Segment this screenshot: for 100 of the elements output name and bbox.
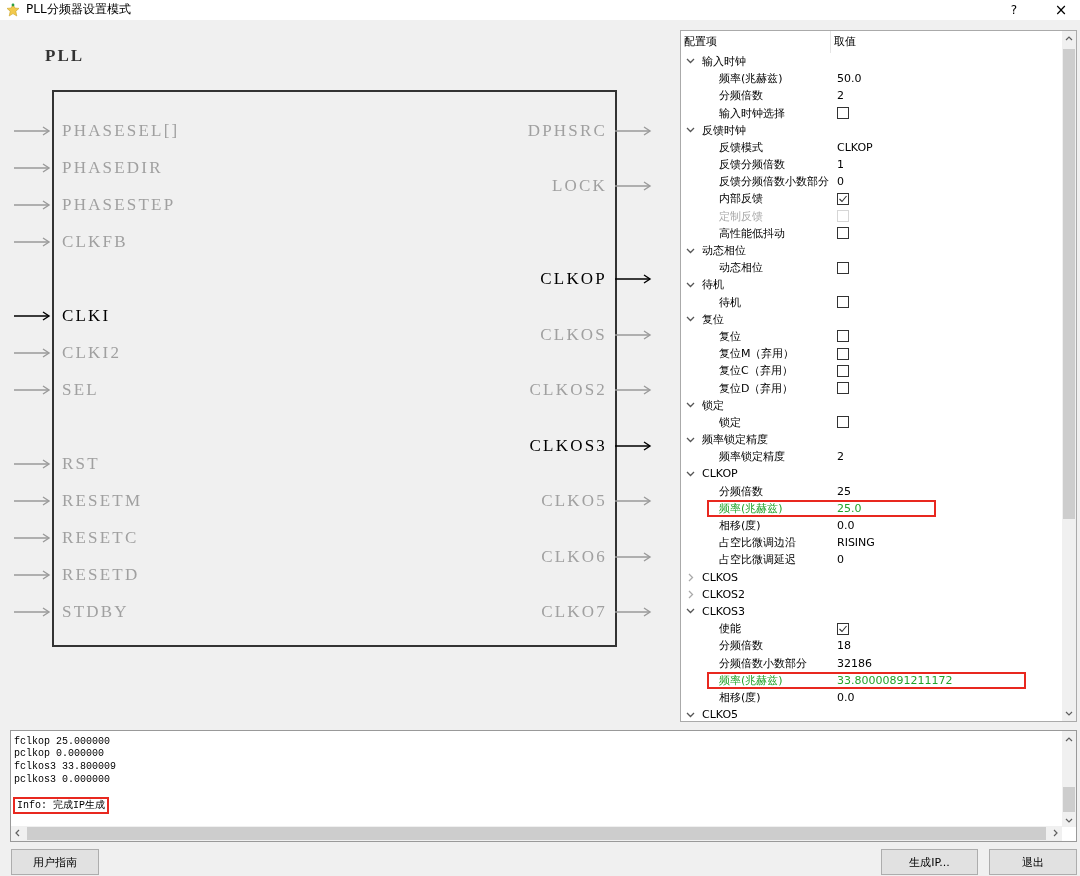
- input-pin-label: RST: [62, 453, 100, 474]
- checkbox[interactable]: [837, 227, 849, 240]
- checkbox[interactable]: [837, 296, 849, 309]
- checkbox[interactable]: [837, 347, 849, 360]
- input-pin-label: RESETD: [62, 564, 140, 585]
- output-pin-label: CLKOS2: [529, 379, 607, 400]
- group-label[interactable]: 输入时钟: [702, 53, 746, 69]
- column-header[interactable]: 取值: [831, 30, 856, 53]
- checkbox[interactable]: [837, 416, 849, 429]
- group-label[interactable]: 待机: [702, 277, 724, 293]
- property-label: 频率(兆赫兹): [719, 71, 784, 87]
- action-button[interactable]: 用户指南: [11, 849, 99, 876]
- group-label[interactable]: CLKOS2: [702, 587, 746, 601]
- property-label: 频率(兆赫兹): [719, 672, 784, 688]
- horizontal-scrollbar[interactable]: [11, 826, 1062, 842]
- chevron-down-icon[interactable]: [686, 470, 695, 477]
- input-pin-label: RESETC: [62, 527, 139, 548]
- scroll-down-icon[interactable]: [1065, 817, 1073, 823]
- property-label: 反馈分频倍数小数部分: [719, 174, 830, 190]
- chevron-down-icon[interactable]: [686, 58, 695, 65]
- property-label: 相移(度): [719, 518, 762, 534]
- scroll-down-icon[interactable]: [1065, 710, 1073, 716]
- vertical-scrollbar[interactable]: [1062, 30, 1076, 721]
- chevron-down-icon[interactable]: [686, 316, 695, 323]
- property-label: 复位C（弃用）: [719, 363, 794, 379]
- input-pin-label: RESETM: [62, 490, 143, 511]
- value-text: 25.0: [837, 501, 862, 515]
- checkbox[interactable]: [837, 364, 849, 377]
- scrollbar-thumb[interactable]: [1063, 786, 1075, 812]
- property-label: 动态相位: [719, 260, 764, 276]
- action-button[interactable]: 退出: [989, 849, 1077, 876]
- property-label: 分频倍数小数部分: [719, 655, 808, 671]
- output-pin-label: LOCK: [551, 175, 607, 196]
- property-label: 复位D（弃用）: [719, 380, 795, 396]
- output-pin-label: CLKO5: [541, 490, 607, 511]
- group-label[interactable]: CLKOS3: [702, 604, 746, 618]
- chevron-down-icon[interactable]: [686, 281, 695, 288]
- output-pin-label: CLKO6: [541, 546, 607, 567]
- group-label[interactable]: CLKO5: [702, 708, 739, 721]
- window-title: PLL分频器设置模式: [26, 1, 132, 19]
- input-pin-label: SEL: [62, 379, 99, 400]
- checkbox[interactable]: [837, 192, 849, 205]
- value-text: 0: [837, 175, 844, 189]
- scroll-right-icon[interactable]: [1053, 829, 1058, 838]
- chevron-down-icon[interactable]: [686, 402, 695, 409]
- value-text: 0: [837, 553, 844, 567]
- group-label[interactable]: CLKOP: [702, 467, 738, 481]
- chevron-down-icon[interactable]: [686, 711, 695, 718]
- property-label: 输入时钟选择: [719, 105, 786, 121]
- output-pin-label: DPHSRC: [527, 120, 607, 141]
- value-text: 1: [837, 158, 844, 172]
- chevron-down-icon[interactable]: [686, 608, 695, 615]
- input-pin-label: CLKFB: [62, 231, 128, 252]
- property-label: 内部反馈: [719, 191, 764, 207]
- value-text: 25: [837, 484, 851, 498]
- property-label: 相移(度): [719, 689, 762, 705]
- checkbox[interactable]: [837, 622, 849, 635]
- vertical-scrollbar[interactable]: [1062, 730, 1076, 827]
- scrollbar-thumb[interactable]: [1063, 48, 1075, 519]
- checkbox[interactable]: [837, 261, 849, 274]
- group-label[interactable]: 锁定: [702, 397, 724, 413]
- scroll-up-icon[interactable]: [1065, 736, 1073, 742]
- property-label: 使能: [719, 621, 742, 637]
- chevron-down-icon[interactable]: [686, 436, 695, 443]
- property-label: 占空比微调边沿: [719, 535, 797, 551]
- log-line: pclkos3 0.000000: [13, 773, 110, 785]
- scroll-left-icon[interactable]: [15, 829, 20, 838]
- output-pin-label: CLKOP: [540, 268, 607, 289]
- group-label[interactable]: 反馈时钟: [702, 122, 746, 138]
- scrollbar-thumb[interactable]: [27, 827, 1046, 841]
- input-pin-label: STDBY: [62, 601, 129, 622]
- checkbox[interactable]: [837, 330, 849, 343]
- group-label[interactable]: CLKOS: [702, 570, 739, 584]
- value-text: 33.80000891211172: [837, 673, 953, 687]
- property-label: 频率锁定精度: [719, 449, 786, 465]
- value-text: 18: [837, 639, 851, 653]
- property-label: 高性能低抖动: [719, 225, 786, 241]
- property-label: 定制反馈: [719, 208, 764, 224]
- value-text: 2: [837, 89, 844, 103]
- property-label: 待机: [719, 294, 742, 310]
- help-button[interactable]: ?: [1004, 2, 1024, 17]
- action-button[interactable]: 生成IP...: [881, 849, 978, 876]
- input-pin-label: CLKI: [62, 305, 111, 326]
- value-text: 32186: [837, 656, 872, 670]
- property-label: 复位M（弃用）: [719, 346, 796, 362]
- group-label[interactable]: 动态相位: [702, 243, 746, 259]
- value-text: 50.0: [837, 72, 862, 86]
- output-pin-label: CLKOS: [540, 324, 607, 345]
- chevron-down-icon[interactable]: [686, 127, 695, 134]
- checkbox[interactable]: [837, 382, 849, 395]
- checkbox[interactable]: [837, 107, 849, 120]
- group-label[interactable]: 频率锁定精度: [702, 432, 768, 448]
- property-label: 反馈模式: [719, 139, 764, 155]
- scroll-up-icon[interactable]: [1065, 35, 1073, 41]
- chevron-down-icon[interactable]: [686, 247, 695, 254]
- close-button[interactable]: ×: [1048, 0, 1074, 19]
- column-header[interactable]: 配置项: [681, 30, 831, 53]
- property-label: 复位: [719, 328, 742, 344]
- output-pin-label: CLKO7: [541, 601, 607, 622]
- group-label[interactable]: 复位: [702, 311, 724, 327]
